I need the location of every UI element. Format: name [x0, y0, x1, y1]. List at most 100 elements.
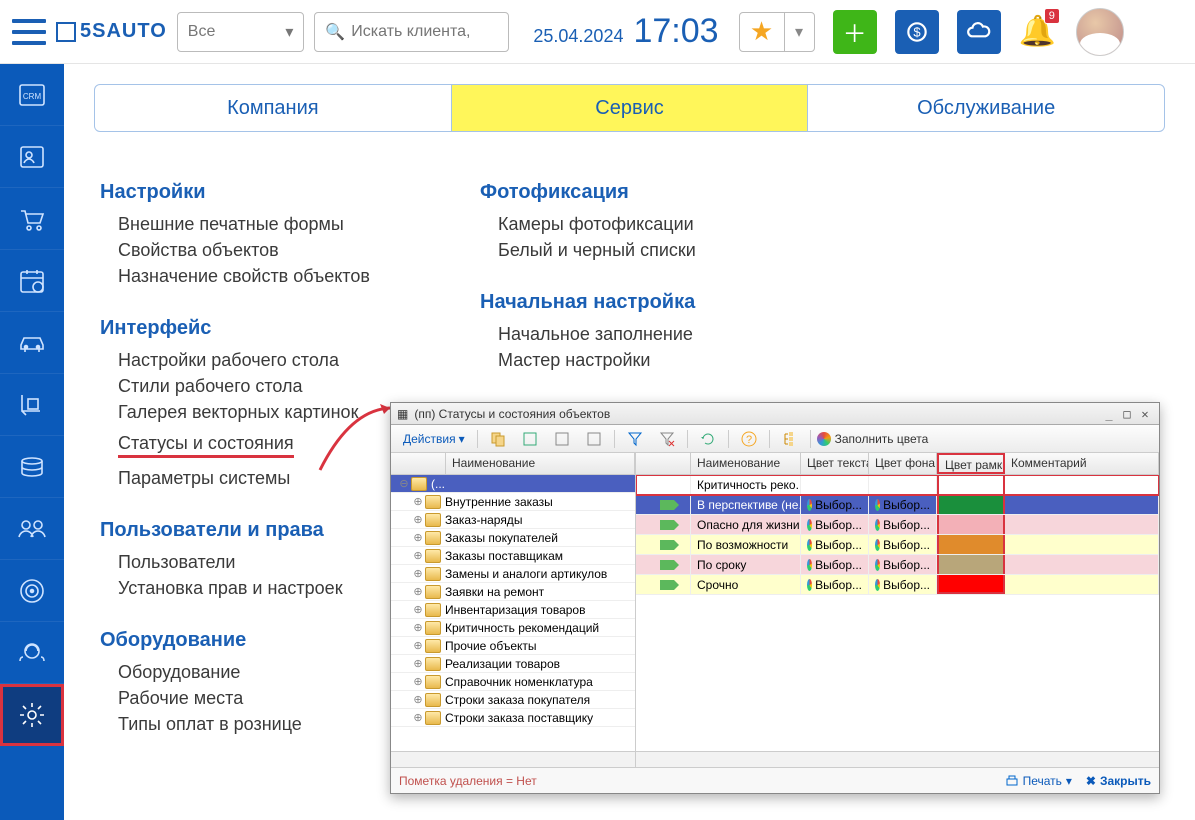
tab-service[interactable]: Сервис	[452, 85, 809, 131]
chevron-down-icon[interactable]: ▾	[784, 13, 814, 51]
notifications-icon[interactable]: 🔔 9	[1019, 14, 1056, 49]
tb-btn-1[interactable]	[484, 429, 512, 449]
section-interface[interactable]: Интерфейс	[100, 317, 420, 340]
tree-icon[interactable]	[776, 429, 804, 449]
link-cameras[interactable]: Камеры фотофиксации	[498, 214, 800, 235]
link-object-props[interactable]: Свойства объектов	[118, 240, 420, 261]
grid-row[interactable]: Опасно для жизни...Выбор...Выбор...	[636, 515, 1159, 535]
link-desktop-settings[interactable]: Настройки рабочего стола	[118, 350, 420, 371]
clear-filter-icon[interactable]	[653, 429, 681, 449]
gear-dollar-icon[interactable]: $	[895, 10, 939, 54]
link-permissions[interactable]: Установка прав и настроек	[118, 578, 420, 599]
color-wheel-icon	[817, 432, 831, 446]
h-scrollbar-right[interactable]	[636, 751, 1159, 767]
col-framecolor[interactable]: Цвет рамки	[937, 453, 1005, 474]
link-print-forms[interactable]: Внешние печатные формы	[118, 214, 420, 235]
link-workplaces[interactable]: Рабочие места	[118, 688, 420, 709]
link-users[interactable]: Пользователи	[118, 552, 420, 573]
sidebar-crm[interactable]: CRM	[0, 64, 64, 126]
sidebar-target[interactable]	[0, 560, 64, 622]
tree-row[interactable]: ⊕Заявки на ремонт	[391, 583, 635, 601]
tree-row[interactable]: ⊕Строки заказа покупателя	[391, 691, 635, 709]
filter-select[interactable]: Все ▾	[177, 12, 305, 52]
tree-row[interactable]: ⊕Прочие объекты	[391, 637, 635, 655]
deletion-mark-label: Пометка удаления = Нет	[399, 774, 537, 788]
tb-btn-4[interactable]	[580, 429, 608, 449]
actions-menu[interactable]: Действия ▾	[397, 430, 471, 448]
sidebar-cart[interactable]	[0, 188, 64, 250]
tree-row[interactable]: ⊕Замены и аналоги артикулов	[391, 565, 635, 583]
col-name[interactable]: Наименование	[446, 453, 635, 474]
search-box[interactable]: 🔍	[314, 12, 509, 52]
tree-row[interactable]: ⊕Заказы поставщикам	[391, 547, 635, 565]
favorites-button[interactable]: ★ ▾	[739, 12, 815, 52]
sidebar-calendar[interactable]	[0, 250, 64, 312]
tree-row[interactable]: ⊕Инвентаризация товаров	[391, 601, 635, 619]
sidebar-settings[interactable]	[0, 684, 64, 746]
grid-row[interactable]: Критичность реко...	[636, 475, 1159, 495]
tree-row[interactable]: ⊕Строки заказа поставщику	[391, 709, 635, 727]
folder-icon	[411, 477, 427, 491]
link-wizard[interactable]: Мастер настройки	[498, 350, 800, 371]
left-grid-header: Наименование	[391, 453, 635, 475]
filter-icon[interactable]	[621, 429, 649, 449]
print-button[interactable]: Печать ▾	[1005, 774, 1072, 788]
link-assign-props[interactable]: Назначение свойств объектов	[118, 266, 420, 287]
close-button[interactable]: ✖ Закрыть	[1086, 774, 1151, 788]
link-hardware[interactable]: Оборудование	[118, 662, 420, 683]
tree-row[interactable]: ⊕Заказы покупателей	[391, 529, 635, 547]
sidebar-car[interactable]	[0, 312, 64, 374]
sidebar-contacts[interactable]	[0, 126, 64, 188]
modal-titlebar[interactable]: ▦ (пп) Статусы и состояния объектов _ □ …	[391, 403, 1159, 425]
link-initial-fill[interactable]: Начальное заполнение	[498, 324, 800, 345]
maximize-icon[interactable]: □	[1119, 407, 1135, 421]
grid-row[interactable]: По возможностиВыбор...Выбор...	[636, 535, 1159, 555]
sidebar-headset[interactable]	[0, 622, 64, 684]
sidebar-coins[interactable]	[0, 436, 64, 498]
tree-row[interactable]: ⊕Справочник номенклатура	[391, 673, 635, 691]
user-avatar[interactable]	[1076, 8, 1124, 56]
col-comment[interactable]: Комментарий	[1005, 453, 1159, 474]
grid-row[interactable]: По срокуВыбор...Выбор...	[636, 555, 1159, 575]
col-textcolor[interactable]: Цвет текста	[801, 453, 869, 474]
col-bgcolor[interactable]: Цвет фона	[869, 453, 937, 474]
search-input[interactable]	[351, 13, 498, 51]
tree-row[interactable]: ⊕Реализации товаров	[391, 655, 635, 673]
sidebar-group[interactable]	[0, 498, 64, 560]
search-icon: 🔍	[325, 22, 345, 42]
menu-icon[interactable]	[12, 19, 46, 45]
close-icon[interactable]: ✕	[1137, 407, 1153, 421]
help-icon[interactable]: ?	[735, 429, 763, 449]
chevron-down-icon: ▾	[285, 22, 293, 42]
right-rows[interactable]: Критичность реко...В перспективе (не...В…	[636, 475, 1159, 751]
refresh-icon[interactable]	[694, 429, 722, 449]
fill-colors-button[interactable]: Заполнить цвета	[817, 432, 929, 446]
svg-text:$: $	[913, 24, 921, 39]
col-name-r[interactable]: Наименование	[691, 453, 801, 474]
tab-maintenance[interactable]: Обслуживание	[808, 85, 1164, 131]
tb-btn-3[interactable]	[548, 429, 576, 449]
cloud-icon[interactable]	[957, 10, 1001, 54]
minimize-icon[interactable]: _	[1101, 407, 1117, 421]
add-button[interactable]: ＋	[833, 10, 877, 54]
tree-row[interactable]: ⊕Критичность рекомендаций	[391, 619, 635, 637]
sidebar-dolly[interactable]	[0, 374, 64, 436]
link-lists[interactable]: Белый и черный списки	[498, 240, 800, 261]
tree[interactable]: ⊖ (... ⊕Внутренние заказы⊕Заказ-наряды⊕З…	[391, 475, 635, 751]
link-payment-types[interactable]: Типы оплат в рознице	[118, 714, 420, 735]
tree-row[interactable]: ⊕Заказ-наряды	[391, 511, 635, 529]
link-desktop-styles[interactable]: Стили рабочего стола	[118, 376, 420, 397]
section-photo[interactable]: Фотофиксация	[480, 181, 800, 204]
grid-row[interactable]: В перспективе (не...Выбор...Выбор...	[636, 495, 1159, 515]
section-settings[interactable]: Настройки	[100, 181, 420, 204]
h-scrollbar-left[interactable]	[391, 751, 635, 767]
section-hardware[interactable]: Оборудование	[100, 629, 420, 652]
grid-row[interactable]: СрочноВыбор...Выбор...	[636, 575, 1159, 595]
tab-company[interactable]: Компания	[95, 85, 452, 131]
tb-btn-2[interactable]	[516, 429, 544, 449]
section-initial[interactable]: Начальная настройка	[480, 291, 800, 314]
tree-root[interactable]: ⊖ (...	[391, 475, 635, 493]
link-statuses[interactable]: Статусы и состояния	[118, 433, 294, 458]
tree-row[interactable]: ⊕Внутренние заказы	[391, 493, 635, 511]
section-users[interactable]: Пользователи и права	[100, 519, 420, 542]
